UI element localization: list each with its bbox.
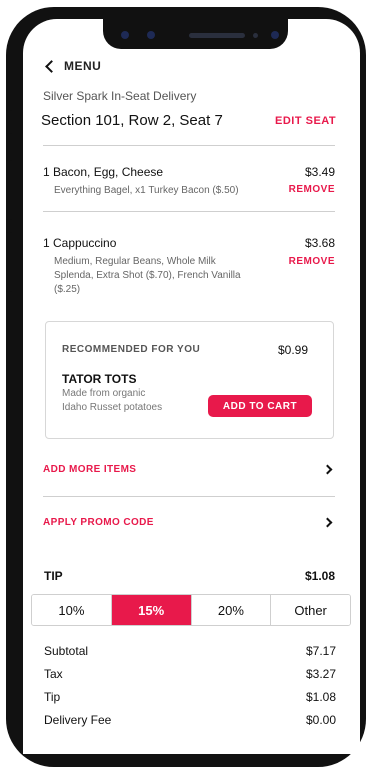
face-sensor-icon [271,31,279,39]
back-to-menu-link[interactable]: MENU [45,59,102,73]
summary-value: $0.00 [305,713,336,727]
tip-label: TIP [44,569,63,583]
tip-option-other[interactable]: Other [271,595,350,625]
summary-value: $7.17 [305,644,336,658]
summary-row-tip: Tip $1.08 [44,690,336,704]
remove-item-button[interactable]: REMOVE [275,184,335,195]
edit-seat-button[interactable]: EDIT SEAT [275,115,336,127]
summary-row-tax: Tax $3.27 [44,667,336,681]
remove-item-button[interactable]: REMOVE [275,256,335,267]
summary-value: $1.08 [305,690,336,704]
recommended-heading: RECOMMENDED FOR YOU [62,344,201,355]
divider [43,145,335,146]
divider [43,211,335,212]
recommended-item-name: TATOR TOTS [62,372,137,386]
volume-up-button [6,160,12,220]
chevron-right-icon [322,464,333,475]
cart-item-name: 1 Bacon, Egg, Cheese [43,165,164,179]
tip-option-20[interactable]: 20% [191,595,272,625]
add-to-cart-button[interactable]: ADD TO CART [208,395,312,417]
volume-down-button [6,232,12,292]
add-more-items-link[interactable]: ADD MORE ITEMS [43,464,335,475]
apply-promo-code-link[interactable]: APPLY PROMO CODE [43,517,335,528]
tip-option-15[interactable]: 15% [111,595,192,625]
summary-label: Delivery Fee [44,713,112,727]
phone-notch [103,19,288,49]
summary-row-subtotal: Subtotal $7.17 [44,644,336,658]
desc-line: Idaho Russet potatoes [62,402,163,413]
back-label: MENU [64,59,102,73]
chevron-left-icon [45,59,58,73]
option-line: Medium, Regular Beans, Whole Milk [54,256,216,267]
desc-line: Made from organic [62,388,146,399]
tip-selector: 10% 15% 20% Other [31,594,351,626]
recommended-item-description: Made from organic Idaho Russet potatoes [62,387,202,415]
summary-value: $3.27 [305,667,336,681]
earpiece-speaker [189,33,245,38]
proximity-sensor [253,33,258,38]
apply-promo-code-label: APPLY PROMO CODE [43,517,154,528]
add-more-items-label: ADD MORE ITEMS [43,464,137,475]
option-line: Splenda, Extra Shot ($.70), French Vanil… [54,270,241,281]
seat-location: Section 101, Row 2, Seat 7 [41,112,223,129]
option-line: ($.25) [54,284,81,295]
venue-name: Silver Spark In-Seat Delivery [43,89,197,103]
summary-label: Subtotal [44,644,89,658]
app-screen: MENU Silver Spark In-Seat Delivery Secti… [23,19,360,754]
tip-amount: $1.08 [304,569,335,583]
sensor-icon [121,31,129,39]
divider [43,496,335,497]
recommended-price: $0.99 [278,343,309,357]
cart-item-price: $3.49 [304,165,335,179]
chevron-right-icon [322,517,333,528]
front-camera-icon [147,31,155,39]
tip-option-10[interactable]: 10% [32,595,112,625]
summary-label: Tax [44,667,63,681]
mute-switch [6,110,12,134]
summary-row-delivery-fee: Delivery Fee $0.00 [44,713,336,727]
cart-item-price: $3.68 [304,236,335,250]
summary-label: Tip [44,690,61,704]
cart-item-options: Everything Bagel, x1 Turkey Bacon ($.50) [54,185,239,196]
cart-item-options: Medium, Regular Beans, Whole Milk Splend… [54,255,284,297]
recommended-card: RECOMMENDED FOR YOU $0.99 TATOR TOTS Mad… [45,321,334,439]
cart-item-name: 1 Cappuccino [43,236,117,250]
